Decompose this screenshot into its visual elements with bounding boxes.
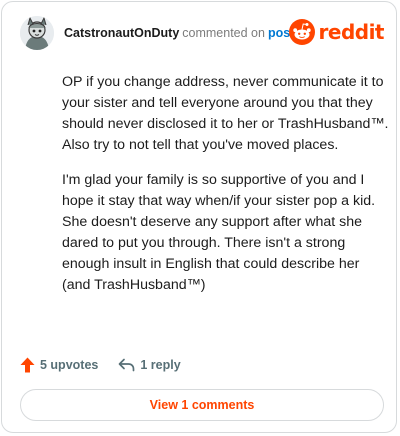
view-comments-button[interactable]: View 1 comments xyxy=(20,389,384,421)
upvote-arrow-icon[interactable] xyxy=(20,357,35,373)
avatar-image xyxy=(20,16,54,50)
username[interactable]: CatstronautOnDuty xyxy=(64,26,179,40)
reply-arrow-icon xyxy=(119,358,135,372)
reply-button[interactable]: 1 reply xyxy=(118,358,181,372)
reddit-snoo-icon xyxy=(288,19,315,45)
comment-meta: CatstronautOnDuty commented on post xyxy=(64,26,294,40)
comment-body: OP if you change address, never communic… xyxy=(62,72,390,310)
commented-on-text: commented on xyxy=(182,26,265,40)
upvote-button[interactable]: 5 upvotes xyxy=(20,357,98,373)
upvotes-count: 5 upvotes xyxy=(40,358,99,372)
comment-header: CatstronautOnDuty commented on post reddit xyxy=(20,16,385,54)
comment-paragraph: I'm glad your family is so supportive of… xyxy=(62,172,376,293)
comment-card: CatstronautOnDuty commented on post reddit… xyxy=(1,1,397,433)
reddit-logo[interactable]: reddit xyxy=(288,18,385,46)
comment-paragraph: OP if you change address, never communic… xyxy=(62,74,389,153)
comment-actions: 5 upvotes 1 reply xyxy=(20,354,181,376)
reply-count: 1 reply xyxy=(140,358,181,372)
reddit-wordmark: reddit xyxy=(318,20,385,44)
avatar[interactable] xyxy=(20,16,54,50)
